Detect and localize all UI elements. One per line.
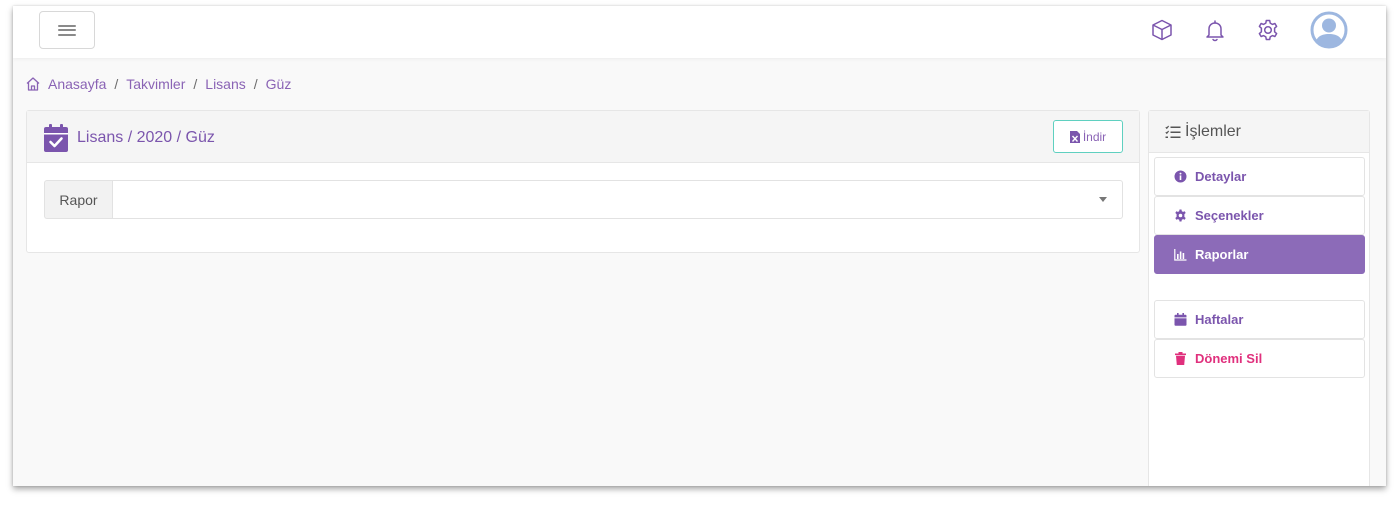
menu-toggle-button[interactable] <box>39 11 95 49</box>
calendar-card: Lisans / 2020 / Güz İndir Rapor <box>26 110 1140 253</box>
breadcrumb-lisans[interactable]: Lisans <box>205 76 245 92</box>
breadcrumb-guz[interactable]: Güz <box>266 76 292 92</box>
actions-panel-header: İşlemler <box>1149 111 1369 153</box>
report-select[interactable] <box>112 180 1123 219</box>
page-title: Lisans / 2020 / Güz <box>44 124 215 152</box>
breadcrumb-separator: / <box>253 76 258 92</box>
app-window: Anasayfa / Takvimler / Lisans / Güz Lisa… <box>13 6 1386 486</box>
sidebar-item-label: Haftalar <box>1195 312 1244 327</box>
tasks-icon <box>1165 125 1181 138</box>
download-button[interactable]: İndir <box>1053 120 1123 153</box>
cube-icon[interactable] <box>1150 18 1174 42</box>
card-title-text: Lisans / 2020 / Güz <box>77 129 215 146</box>
actions-panel: İşlemler Detaylar Seçenekler Raporlar Ha… <box>1148 110 1370 486</box>
sidebar-item-label: Detaylar <box>1195 169 1247 184</box>
sidebar-item-haftalar[interactable]: Haftalar <box>1154 300 1365 339</box>
bar-chart-icon <box>1174 249 1187 261</box>
trash-icon <box>1175 352 1186 365</box>
excel-file-icon <box>1069 130 1080 143</box>
cog-icon <box>1175 209 1186 222</box>
sidebar-item-label: Raporlar <box>1195 247 1249 262</box>
gear-icon[interactable] <box>1256 18 1280 42</box>
breadcrumb-takvimler[interactable]: Takvimler <box>126 76 185 92</box>
top-navbar <box>13 6 1386 58</box>
home-icon[interactable] <box>25 76 41 92</box>
hamburger-menu-icon <box>58 24 76 36</box>
sidebar-item-detaylar[interactable]: Detaylar <box>1154 157 1365 196</box>
actions-panel-title: İşlemler <box>1185 122 1242 140</box>
sidebar-item-label: Seçenekler <box>1195 208 1264 223</box>
bell-icon[interactable] <box>1203 18 1227 42</box>
calendar-icon <box>1174 313 1187 326</box>
breadcrumb-separator: / <box>193 76 198 92</box>
sidebar-item-secenekler[interactable]: Seçenekler <box>1154 196 1365 235</box>
report-select-group: Rapor <box>44 180 1123 219</box>
card-header: Lisans / 2020 / Güz İndir <box>27 111 1139 163</box>
report-label: Rapor <box>44 180 112 219</box>
sidebar-item-donemi-sil[interactable]: Dönemi Sil <box>1154 339 1365 378</box>
sidebar-item-label: Dönemi Sil <box>1195 351 1263 366</box>
info-circle-icon <box>1174 170 1187 183</box>
breadcrumb: Anasayfa / Takvimler / Lisans / Güz <box>25 75 291 93</box>
breadcrumb-separator: / <box>114 76 119 92</box>
calendar-check-icon <box>44 124 68 152</box>
breadcrumb-anasayfa[interactable]: Anasayfa <box>48 76 106 92</box>
sidebar-item-raporlar[interactable]: Raporlar <box>1154 235 1365 274</box>
user-avatar-icon[interactable] <box>1310 11 1348 49</box>
download-button-label: İndir <box>1082 129 1107 144</box>
chevron-down-icon <box>1099 197 1107 202</box>
